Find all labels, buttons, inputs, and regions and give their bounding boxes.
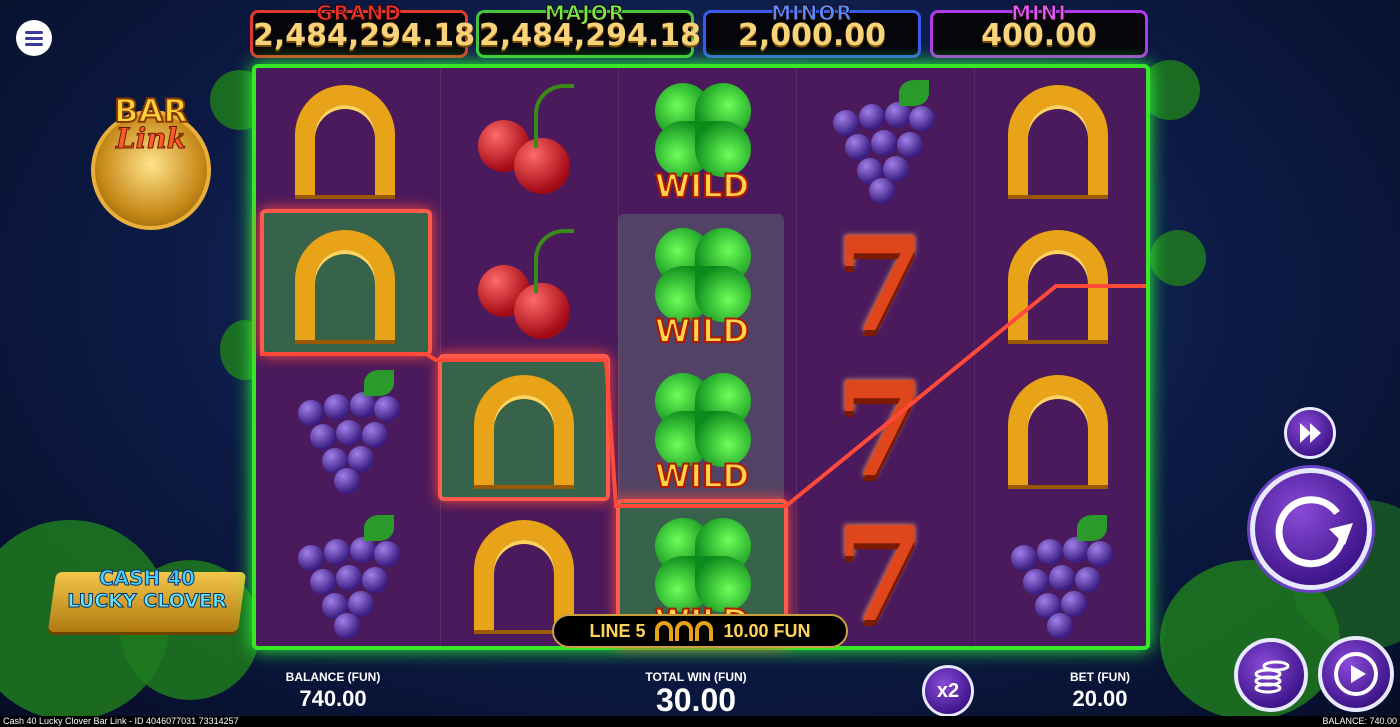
autoplay-icon [1334,652,1378,696]
jackpot-value: 2,000.00 [737,18,887,53]
jackpot-value: 2,484,294.18 [253,18,476,53]
symbol-seven: 7 [834,352,926,506]
fast-forward-button[interactable] [1284,407,1336,459]
jackpot-grand: GRAND 2,484,294.18 [250,1,476,58]
symbol-cherries [441,70,607,209]
win-line-label: LINE 5 [589,620,646,641]
symbol-wild: WILD [619,70,785,209]
game-logo-line2: LUCKY CLOVER [67,590,227,613]
horseshoe-icon [655,621,714,641]
balance-value: 740.00 [299,686,367,711]
bet-value: 20.00 [1072,686,1128,711]
symbol-wild: WILD [619,215,785,354]
symbol-grapes [975,505,1141,644]
bet-label: BET (FUN) [1070,670,1130,684]
symbol-wild: WILD [619,360,785,499]
jackpot-major: MAJOR 2,484,294.18 [476,1,702,58]
reel-3: WILDWILDWILDWILD [618,68,797,646]
menu-icon [25,31,43,34]
total-win-value: 30.00 [655,682,737,718]
footer-bar: Cash 40 Lucky Clover Bar Link - ID 40460… [0,716,1400,727]
jackpot-minor: MINOR 2,000.00 [703,1,921,58]
wild-label: WILD [654,166,750,206]
autoplay-button[interactable] [1318,636,1394,712]
game-logo: CASH 40 LUCKY CLOVER [47,560,247,634]
multiplier-label: x2 [936,679,960,702]
reel-1 [262,68,440,646]
win-banner: LINE 5 10.00 FUN [552,614,848,648]
coin-stack-button[interactable] [1234,638,1308,712]
menu-button[interactable] [16,20,52,56]
reel-grid[interactable]: WILDWILDWILDWILD777 [252,64,1150,650]
jackpot-value: 400.00 [981,18,1097,53]
reel-5 [974,68,1153,646]
win-amount: 10.00 FUN [723,620,811,641]
symbol-horseshoe [262,70,428,209]
symbol-horseshoe [262,215,428,354]
coin-stack-icon [1254,660,1290,694]
footer-balance: BALANCE: 740.00 [1322,716,1397,726]
symbol-horseshoe [441,360,607,499]
footer-game-id: Cash 40 Lucky Clover Bar Link - ID 40460… [3,716,239,726]
symbol-horseshoe [975,360,1141,499]
wild-label: WILD [654,456,750,496]
symbol-horseshoe [975,70,1141,209]
multiplier-button[interactable]: x2 [922,665,974,717]
symbol-grapes [262,360,428,499]
logo-line2: Link [115,122,187,156]
jackpot-value: 2,484,294.18 [479,18,702,53]
symbol-grapes [797,70,963,209]
spin-icon [1275,496,1353,568]
symbol-seven: 7 [834,207,926,361]
reel-2 [440,68,619,646]
game-logo-line1: CASH 40 [98,566,196,591]
balance-label: BALANCE (FUN) [285,670,381,684]
symbol-grapes [262,505,428,644]
spin-button[interactable] [1250,468,1372,590]
symbol-horseshoe [975,215,1141,354]
symbol-cherries [441,215,607,354]
fast-forward-icon [1300,423,1321,443]
jackpot-mini: MINI 400.00 [930,1,1148,58]
reel-4: 777 [796,68,975,646]
wild-label: WILD [654,311,750,351]
bar-link-logo: BAR Link [86,80,216,230]
